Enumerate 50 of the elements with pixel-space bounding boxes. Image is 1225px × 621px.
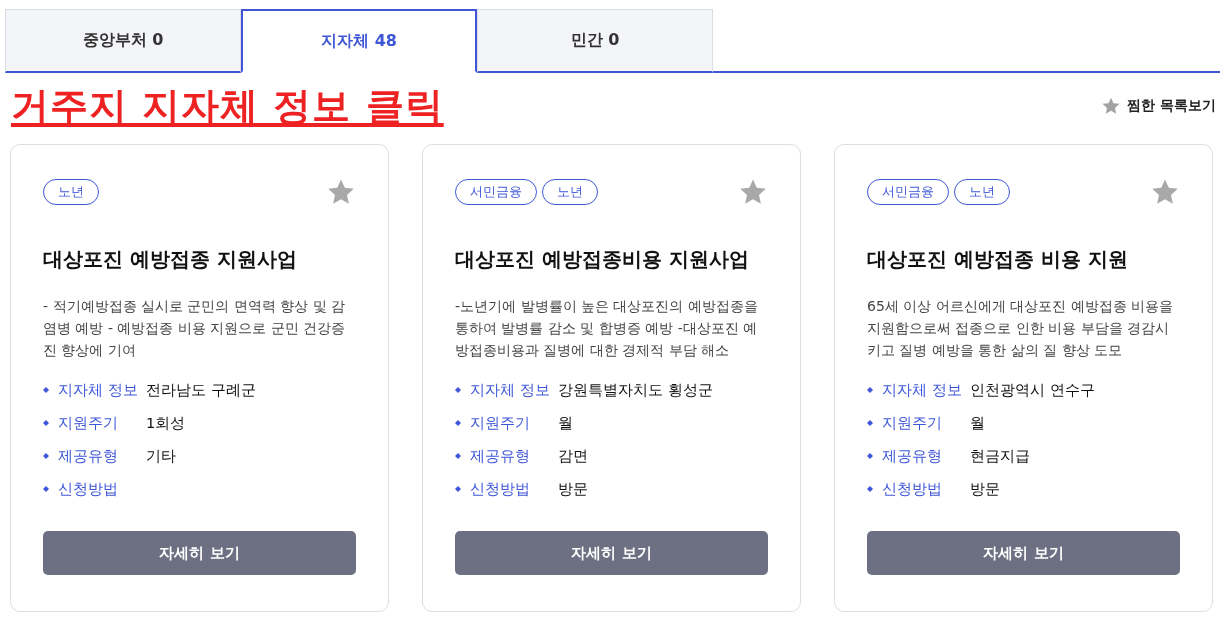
field-label: 제공유형 [58, 446, 119, 466]
bullet-icon [43, 453, 49, 459]
bullet-icon [455, 453, 461, 459]
card-description: -노년기에 발병률이 높은 대상포진의 예방접종을 통하여 발병률 감소 및 합병증 예방 -대상포진 예방접종비용과 질병에 대한 경제적 부담 해소 [455, 297, 759, 360]
field-value: 1회성 [146, 413, 186, 433]
field-value: 인천광역시 연수구 [970, 380, 1095, 400]
card-title: 대상포진 예방접종비용 지원사업 [455, 246, 750, 273]
card-description: 65세 이상 어르신에게 대상포진 예방접종 비용을 지원함으로써 접종으로 인한 비용 부담을 경감시키고 질병 예방을 통한 삶의 질 향상 도모 [867, 297, 1175, 360]
bullet-icon [43, 486, 49, 492]
field-label: 제공유형 [470, 446, 531, 466]
card-title: 대상포진 예방접종 비용 지원 [867, 246, 1129, 273]
bullet-icon [455, 420, 461, 426]
bullet-icon [867, 387, 873, 393]
bullet-icon [455, 486, 461, 492]
field-label: 지원주기 [470, 413, 531, 433]
field-value: 전라남도 구례군 [146, 380, 256, 400]
field-value: 월 [558, 413, 573, 433]
card-description: - 적기예방접종 실시로 군민의 면역력 향상 및 감염병 예방 - 예방접종 비용 지원으로 군민 건강증진 향상에 기여 [43, 297, 347, 360]
bullet-icon [867, 486, 873, 492]
field-value: 기타 [146, 446, 176, 466]
field-value: 방문 [970, 479, 1000, 499]
field-label: 신청방법 [882, 479, 943, 499]
field-value: 강원특별자치도 횡성군 [558, 380, 713, 400]
bullet-icon [455, 387, 461, 393]
annotation-text: 거주지 지자체 정보 클릭 [11, 82, 444, 130]
star-icon [1101, 96, 1122, 116]
tab[interactable]: 지자체 48 [241, 9, 477, 73]
favorites-link[interactable]: 찜한 목록보기 [1101, 96, 1220, 116]
bullet-icon [43, 420, 49, 426]
field-label: 지자체 정보 [58, 380, 139, 400]
field-value: 감면 [558, 446, 588, 466]
bullet-icon [43, 387, 49, 393]
field-value: 현금지급 [970, 446, 1030, 466]
tab[interactable]: 민간 0 [477, 9, 713, 73]
field-value: 방문 [558, 479, 588, 499]
bullet-icon [867, 453, 873, 459]
field-label: 신청방법 [470, 479, 531, 499]
field-label: 신청방법 [58, 479, 119, 499]
card-title: 대상포진 예방접종 지원사업 [43, 246, 298, 273]
details-button[interactable]: 자세히 보기 [43, 531, 356, 575]
field-label: 지자체 정보 [470, 380, 551, 400]
field-value: 월 [970, 413, 985, 433]
field-label: 지원주기 [882, 413, 943, 433]
details-button[interactable]: 자세히 보기 [867, 531, 1180, 575]
field-label: 제공유형 [882, 446, 943, 466]
field-label: 지원주기 [58, 413, 119, 433]
details-button[interactable]: 자세히 보기 [455, 531, 768, 575]
tab[interactable]: 중앙부처 0 [5, 9, 241, 73]
field-label: 지자체 정보 [882, 380, 963, 400]
bullet-icon [867, 420, 873, 426]
